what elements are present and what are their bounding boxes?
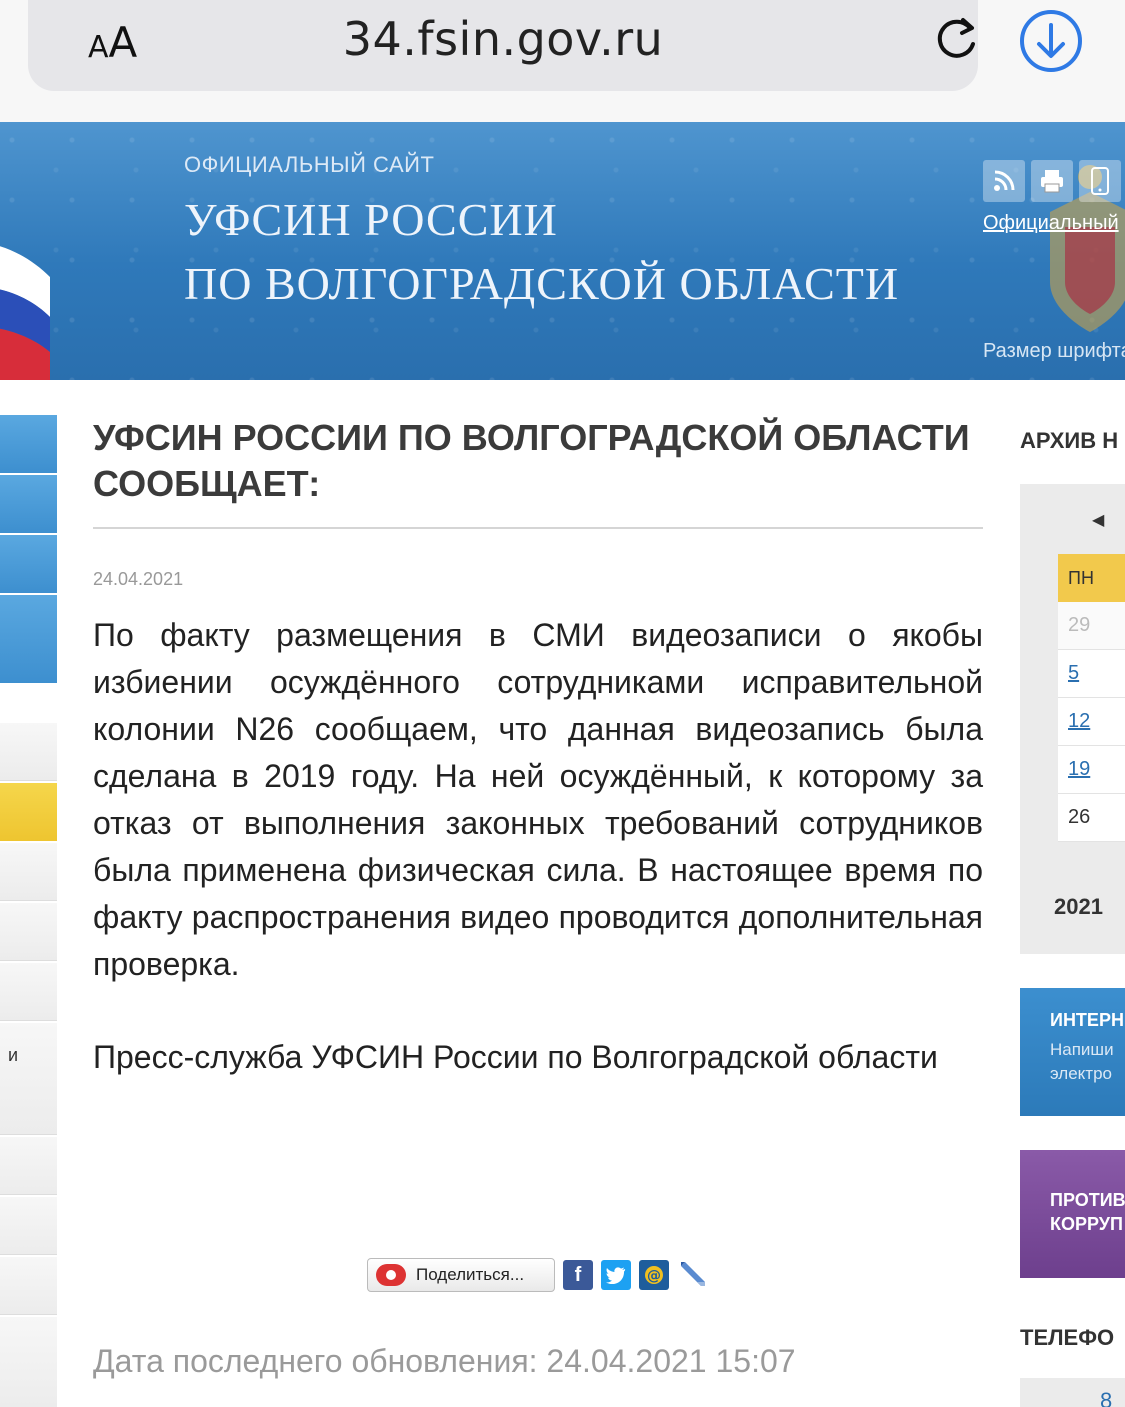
share-button-label: Поделиться...: [416, 1265, 525, 1284]
anticorruption-banner[interactable]: ПРОТИВ КОРРУП: [1020, 1150, 1125, 1278]
last-updated: Дата последнего обновления: 24.04.2021 1…: [93, 1343, 796, 1379]
sidebar-item[interactable]: [0, 1197, 57, 1255]
article-date: 24.04.2021: [93, 569, 184, 589]
share-bar: Поделиться... f @: [367, 1258, 707, 1292]
official-site-label: ОФИЦИАЛЬНЫЙ САЙТ: [184, 152, 435, 177]
sidebar-item[interactable]: [0, 963, 57, 1021]
twitter-icon[interactable]: [601, 1260, 631, 1290]
livejournal-icon[interactable]: [677, 1260, 707, 1290]
mail-icon[interactable]: @: [639, 1260, 669, 1290]
facebook-icon[interactable]: f: [563, 1260, 593, 1290]
right-column: АРХИВ Н ◀ ПН 29 5 12 19 26 2021 ИНТЕРН Н…: [1020, 415, 1125, 1407]
sidebar-item[interactable]: [0, 415, 57, 473]
sidebar-item[interactable]: [0, 843, 57, 901]
url-text[interactable]: 34.fsin.gov.ru: [28, 12, 978, 66]
share-button[interactable]: Поделиться...: [367, 1258, 555, 1292]
sidebar-item[interactable]: [0, 535, 57, 593]
print-icon[interactable]: [1031, 160, 1073, 202]
promo-title: ИНТЕРН: [1050, 1010, 1124, 1030]
phones-number[interactable]: 8: [1100, 1388, 1112, 1407]
share-logo-icon: [376, 1264, 406, 1286]
official-link[interactable]: Официальный: [983, 212, 1119, 235]
site-title-line2: ПО ВОЛГОГРАДСКОЙ ОБЛАСТИ: [184, 258, 900, 309]
sidebar-item[interactable]: [0, 595, 57, 683]
calendar-prev-icon[interactable]: ◀: [1092, 510, 1104, 530]
browser-toolbar: AA 34.fsin.gov.ru: [0, 0, 1125, 122]
promo-title: ПРОТИВ: [1050, 1190, 1125, 1210]
calendar-day-link[interactable]: 5: [1058, 650, 1125, 698]
calendar-day-link[interactable]: 19: [1058, 746, 1125, 794]
sidebar-item[interactable]: [0, 903, 57, 961]
sidebar-item[interactable]: [0, 1317, 57, 1407]
site-title[interactable]: УФСИН РОССИИ ПО ВОЛГОГРАДСКОЙ ОБЛАСТИ: [184, 188, 899, 316]
left-sidebar: и: [0, 415, 57, 1407]
promo-title: КОРРУП: [1050, 1214, 1123, 1234]
download-icon[interactable]: [1018, 8, 1084, 74]
calendar-weekday: ПН: [1058, 554, 1125, 602]
header-tools: [983, 160, 1121, 202]
article-headline: УФСИН РОССИИ ПО ВОЛГОГРАДСКОЙ ОБЛАСТИ СО…: [93, 415, 983, 529]
archive-title: АРХИВ Н: [1020, 428, 1119, 453]
article-body: По факту размещения в СМИ видеозаписи о …: [93, 617, 983, 982]
calendar-day-link[interactable]: 12: [1058, 698, 1125, 746]
sidebar-item[interactable]: [0, 1137, 57, 1195]
promo-subtitle: электро: [1050, 1064, 1112, 1083]
mobile-version-icon[interactable]: [1079, 160, 1121, 202]
sidebar-item[interactable]: [0, 475, 57, 533]
news-calendar: ◀ ПН 29 5 12 19 26 2021: [1020, 484, 1125, 954]
sidebar-item[interactable]: [0, 1257, 57, 1315]
svg-text:@: @: [647, 1268, 661, 1284]
address-bar[interactable]: AA 34.fsin.gov.ru: [28, 0, 978, 91]
calendar-grid: ПН 29 5 12 19 26: [1058, 554, 1125, 842]
reload-icon[interactable]: [930, 14, 982, 66]
sidebar-item[interactable]: и: [0, 1023, 57, 1135]
sidebar-item[interactable]: [0, 723, 57, 781]
calendar-day: 29: [1058, 602, 1125, 650]
calendar-year[interactable]: 2021: [1054, 894, 1103, 920]
internet-reception-banner[interactable]: ИНТЕРН Напиши электро: [1020, 988, 1125, 1116]
calendar-day: 26: [1058, 794, 1125, 842]
article-signature: Пресс-служба УФСИН России по Волгоградск…: [93, 1039, 938, 1075]
article: УФСИН РОССИИ ПО ВОЛГОГРАДСКОЙ ОБЛАСТИ СО…: [93, 415, 983, 1379]
promo-subtitle: Напиши: [1050, 1040, 1114, 1059]
sidebar-item-active[interactable]: [0, 783, 57, 841]
font-size-label[interactable]: Размер шрифта: [983, 340, 1125, 363]
phones-title: ТЕЛЕФО: [1020, 1325, 1115, 1350]
site-header: ОФИЦИАЛЬНЫЙ САЙТ УФСИН РОССИИ ПО ВОЛГОГР…: [0, 122, 1125, 380]
russian-flag-icon: [0, 246, 50, 380]
rss-icon[interactable]: [983, 160, 1025, 202]
site-title-line1: УФСИН РОССИИ: [184, 194, 558, 245]
sidebar-item-label: и: [8, 1045, 19, 1065]
